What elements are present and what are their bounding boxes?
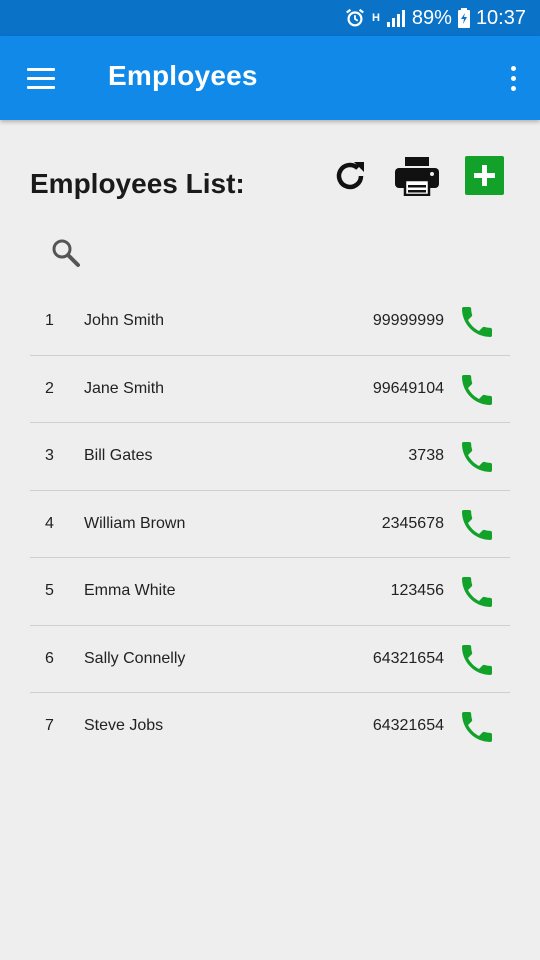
print-icon[interactable] (394, 156, 440, 197)
employee-name: John Smith (84, 312, 165, 329)
employee-index: 7 (45, 717, 54, 734)
phone-icon[interactable] (457, 437, 497, 477)
employee-name: Sally Connelly (84, 649, 186, 667)
search-icon[interactable] (50, 237, 82, 269)
status-bar: H 89% 10:37 (0, 0, 540, 36)
employee-name: Emma White (84, 582, 176, 599)
employee-index: 2 (45, 379, 54, 397)
phone-icon[interactable] (457, 707, 497, 747)
employee-index: 5 (45, 582, 54, 599)
employee-index: 6 (45, 649, 54, 667)
employee-name: William Brown (84, 514, 186, 532)
employee-phone: 64321654 (372, 717, 444, 734)
refresh-icon[interactable] (330, 156, 370, 196)
employee-name: Steve Jobs (84, 717, 164, 734)
employee-index: 1 (45, 312, 54, 329)
employee-index: 3 (45, 447, 54, 464)
clock-time: 10:37 (475, 6, 526, 29)
employee-phone: 3738 (408, 447, 444, 464)
list-item[interactable]: 5 Emma White 123456 (30, 558, 510, 626)
employee-phone: 99649104 (372, 379, 444, 397)
app-title: Employees (108, 60, 258, 91)
phone-icon[interactable] (457, 640, 497, 680)
list-item[interactable]: 4 William Brown 2345678 (30, 491, 510, 558)
employee-phone: 2345678 (381, 514, 444, 532)
alarm-icon (344, 7, 366, 29)
battery-percent: 89% (411, 6, 452, 29)
status-indicators: H 89% 10:37 (344, 0, 526, 36)
network-type-label: H (371, 12, 380, 24)
list-item[interactable]: 6 Sally Connelly 64321654 (30, 626, 510, 693)
list-item[interactable]: 1 John Smith 99999999 (30, 288, 510, 356)
employee-phone: 64321654 (372, 649, 444, 667)
employee-phone: 123456 (390, 582, 444, 599)
list-item[interactable]: 2 Jane Smith 99649104 (30, 356, 510, 423)
list-item[interactable]: 3 Bill Gates 3738 (30, 423, 510, 491)
signal-icon (386, 8, 406, 28)
app-bar: Employees (0, 36, 540, 120)
phone-icon[interactable] (457, 572, 497, 612)
hamburger-menu-icon[interactable] (22, 62, 62, 96)
employee-phone: 99999999 (372, 312, 444, 329)
employee-list: 1 John Smith 99999999 2 Jane Smith 99649… (30, 288, 510, 761)
phone-icon[interactable] (457, 370, 497, 410)
page-title: Employees List: (30, 168, 245, 199)
add-icon (474, 165, 495, 186)
battery-charging-icon (457, 8, 470, 28)
phone-icon[interactable] (457, 505, 497, 545)
employee-index: 4 (45, 514, 54, 532)
add-button[interactable] (465, 156, 504, 195)
phone-icon[interactable] (457, 302, 497, 342)
list-item[interactable]: 7 Steve Jobs 64321654 (30, 693, 510, 761)
employee-name: Jane Smith (84, 379, 165, 397)
more-vert-icon[interactable] (506, 62, 520, 96)
employee-name: Bill Gates (84, 447, 153, 464)
